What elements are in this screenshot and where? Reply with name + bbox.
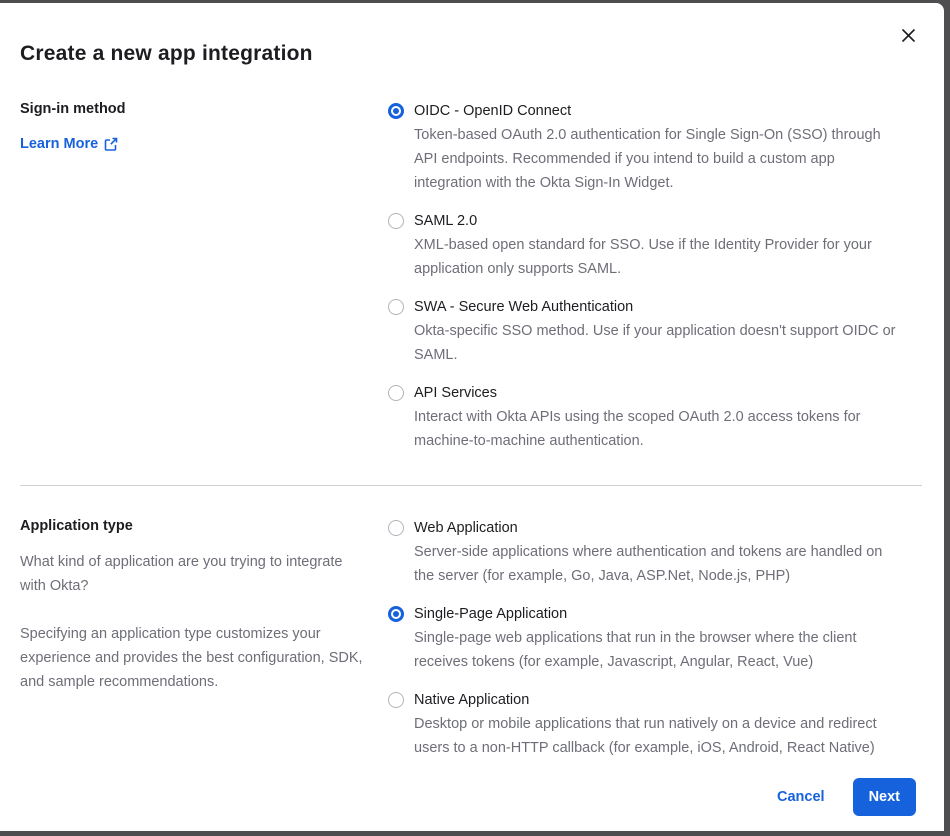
- radio-icon-web-application[interactable]: [388, 520, 404, 536]
- radio-option-swa[interactable]: SWA - Secure Web Authentication Okta-spe…: [388, 295, 904, 367]
- radio-option-api-services[interactable]: API Services Interact with Okta APIs usi…: [388, 381, 904, 453]
- radio-icon-api-services[interactable]: [388, 385, 404, 401]
- option-label: API Services: [414, 381, 904, 405]
- radio-icon-oidc[interactable]: [388, 103, 404, 119]
- option-description: Server-side applications where authentic…: [414, 540, 904, 588]
- signin-method-label: Sign-in method: [20, 99, 368, 119]
- option-label: SWA - Secure Web Authentication: [414, 295, 904, 319]
- option-description: Desktop or mobile applications that run …: [414, 712, 904, 760]
- radio-icon-single-page-application[interactable]: [388, 606, 404, 622]
- radio-option-single-page-application[interactable]: Single-Page Application Single-page web …: [388, 602, 904, 674]
- radio-option-saml[interactable]: SAML 2.0 XML-based open standard for SSO…: [388, 209, 904, 281]
- radio-icon-saml[interactable]: [388, 213, 404, 229]
- radio-option-native-application[interactable]: Native Application Desktop or mobile app…: [388, 688, 904, 760]
- dialog-title: Create a new app integration: [0, 40, 944, 68]
- next-button[interactable]: Next: [853, 778, 916, 816]
- application-type-label: Application type: [20, 516, 368, 536]
- close-button[interactable]: [896, 23, 920, 47]
- application-type-help-2: Specifying an application type customize…: [20, 622, 368, 694]
- application-type-section: Application type What kind of applicatio…: [0, 516, 944, 760]
- radio-option-web-application[interactable]: Web Application Server-side applications…: [388, 516, 904, 588]
- option-description: Okta-specific SSO method. Use if your ap…: [414, 319, 904, 367]
- radio-option-oidc[interactable]: OIDC - OpenID Connect Token-based OAuth …: [388, 99, 904, 195]
- option-label: SAML 2.0: [414, 209, 904, 233]
- learn-more-text: Learn More: [20, 134, 98, 154]
- option-description: XML-based open standard for SSO. Use if …: [414, 233, 904, 281]
- radio-icon-native-application[interactable]: [388, 692, 404, 708]
- dialog-footer: Cancel Next: [0, 760, 944, 816]
- option-label: Native Application: [414, 688, 904, 712]
- close-icon: [901, 28, 916, 43]
- section-divider: [20, 485, 922, 486]
- option-label: Web Application: [414, 516, 904, 540]
- option-description: Single-page web applications that run in…: [414, 626, 904, 674]
- radio-icon-swa[interactable]: [388, 299, 404, 315]
- external-link-icon: [104, 137, 118, 151]
- option-description: Interact with Okta APIs using the scoped…: [414, 405, 904, 453]
- learn-more-link[interactable]: Learn More: [20, 134, 118, 154]
- signin-method-section: Sign-in method Learn More OIDC - OpenID …: [0, 99, 944, 453]
- application-type-help-1: What kind of application are you trying …: [20, 550, 368, 598]
- option-label: Single-Page Application: [414, 602, 904, 626]
- option-label: OIDC - OpenID Connect: [414, 99, 904, 123]
- option-description: Token-based OAuth 2.0 authentication for…: [414, 123, 904, 195]
- create-app-integration-dialog: Create a new app integration Sign-in met…: [0, 3, 944, 831]
- cancel-button[interactable]: Cancel: [777, 789, 825, 805]
